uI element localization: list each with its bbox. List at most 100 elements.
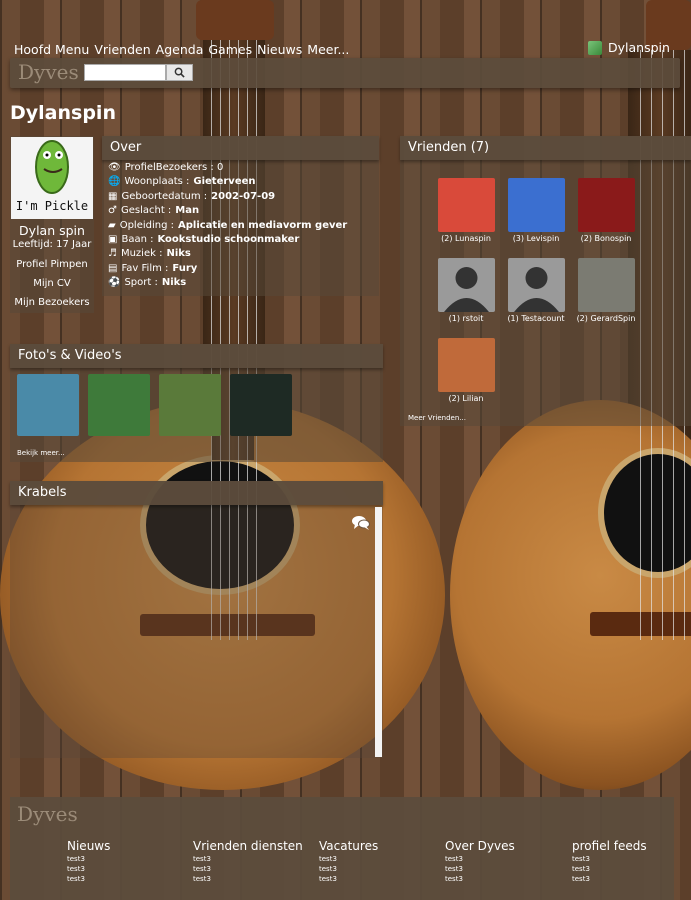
footer-column: Vrienden diensten test3 test3 test3 <box>193 839 303 883</box>
friend-name[interactable]: (1) rstoit <box>431 314 501 323</box>
friend-avatar[interactable] <box>508 258 565 312</box>
about-label: Muziek : <box>120 248 163 260</box>
friends-title: Vrienden (7) <box>400 136 691 160</box>
friend-name[interactable]: (2) Lunaspin <box>431 234 501 243</box>
footer-logo[interactable]: Dyves <box>17 802 78 826</box>
about-value: 2002-07-09 <box>211 190 276 202</box>
footer-link[interactable]: test3 <box>319 855 378 863</box>
about-row: ▰ Opleiding : Aplicatie en mediavorm geve… <box>108 220 347 231</box>
nav-item-vrienden[interactable]: Vrienden <box>94 42 150 57</box>
krabels-scrollbar[interactable] <box>375 507 382 757</box>
footer-link[interactable]: test3 <box>193 865 303 873</box>
search-input[interactable] <box>84 64 166 81</box>
footer: Dyves Nieuws test3 test3 test3 Vrienden dien… <box>10 797 674 900</box>
friend-avatar[interactable] <box>578 178 635 232</box>
top-nav: Hoofd Menu Vrienden Agenda Games Nieuws … <box>14 42 349 57</box>
friend-avatar[interactable] <box>438 178 495 232</box>
friend-name[interactable]: (2) Bonospin <box>571 234 641 243</box>
footer-link[interactable]: test3 <box>67 855 110 863</box>
footer-column: profiel feeds test3 test3 test3 <box>572 839 647 883</box>
photo-rugby[interactable] <box>159 374 221 436</box>
about-row: ♂ Geslacht : Man <box>108 205 199 216</box>
about-value: Man <box>175 205 200 217</box>
friend-avatar[interactable] <box>578 258 635 312</box>
user-menu[interactable]: Dylanspin <box>588 40 670 55</box>
footer-link[interactable]: test3 <box>445 865 515 873</box>
footer-column-title: Vacatures <box>319 839 379 853</box>
friend-name[interactable]: (1) Testacount <box>501 314 571 323</box>
friend-avatar[interactable] <box>438 258 495 312</box>
about-label: Geboortedatum : <box>121 190 208 202</box>
friend-avatar[interactable] <box>508 178 565 232</box>
profile-age: Leeftijd: 17 Jaar <box>12 239 92 250</box>
footer-link[interactable]: test3 <box>572 865 647 873</box>
about-label: Geslacht : <box>120 205 172 217</box>
male-icon: ♂ <box>108 205 117 217</box>
book-icon: ▰ <box>108 219 116 231</box>
about-label: Fav Film : <box>121 262 169 274</box>
user-name: Dylanspin <box>608 40 670 55</box>
footer-column: Vacatures test3 test3 test3 <box>319 839 378 883</box>
friend-name[interactable]: (3) Levispin <box>501 234 571 243</box>
nav-item-agenda[interactable]: Agenda <box>156 42 204 57</box>
ball-icon: ⚽ <box>108 277 121 289</box>
footer-link[interactable]: test3 <box>67 875 110 883</box>
photo-sea[interactable] <box>17 374 79 436</box>
footer-link[interactable]: test3 <box>572 855 647 863</box>
link-mijn-cv[interactable]: Mijn CV <box>10 278 94 289</box>
about-title: Over <box>102 136 379 160</box>
comments-icon[interactable] <box>352 515 370 530</box>
about-value: Niks <box>161 277 187 289</box>
search-button[interactable] <box>166 64 193 81</box>
about-value: Gieterveen <box>193 176 256 188</box>
footer-link[interactable]: test3 <box>193 855 303 863</box>
footer-link[interactable]: test3 <box>67 865 110 873</box>
link-profiel-pimpen[interactable]: Profiel Pimpen <box>10 259 94 270</box>
footer-link[interactable]: test3 <box>319 875 378 883</box>
about-label: Opleiding : <box>119 219 174 231</box>
about-row: 🌐 Woonplaats : Gieterveen <box>108 176 256 187</box>
about-row: ▦ Geboortedatum : 2002-07-09 <box>108 191 275 202</box>
search-icon <box>174 67 185 78</box>
about-row: 👁 ProfielBezoekers : 0 <box>108 162 227 173</box>
footer-link[interactable]: test3 <box>445 875 515 883</box>
nav-item-meer[interactable]: Meer... <box>307 42 349 57</box>
link-mijn-bezoekers[interactable]: Mijn Bezoekers <box>10 297 94 308</box>
footer-link[interactable]: test3 <box>445 855 515 863</box>
globe-icon: 🌐 <box>108 176 121 188</box>
avatar[interactable]: I'm Pickle <box>11 137 93 219</box>
logo[interactable]: Dyves <box>18 60 79 84</box>
page-title: Dylanspin <box>10 102 116 124</box>
nav-item-games[interactable]: Games <box>208 42 252 57</box>
film-icon: ▤ <box>108 262 118 274</box>
view-more-photos-link[interactable]: Bekijk meer... <box>17 449 65 457</box>
about-label: Woonplaats : <box>124 176 190 188</box>
krabels-panel <box>10 481 383 758</box>
about-value: Niks <box>166 248 191 260</box>
footer-column-title: Nieuws <box>67 839 111 853</box>
nav-item-nieuws[interactable]: Nieuws <box>257 42 302 57</box>
about-row: ♬ Muziek : Niks <box>108 248 191 259</box>
footer-column-title: Over Dyves <box>445 839 515 853</box>
footer-link[interactable]: test3 <box>572 875 647 883</box>
calendar-icon: ▦ <box>108 190 118 202</box>
friend-name[interactable]: (2) Lilian <box>431 394 501 403</box>
photo-minecraft[interactable] <box>88 374 150 436</box>
photo-code[interactable] <box>230 374 292 436</box>
more-friends-link[interactable]: Meer Vrienden... <box>408 414 466 422</box>
friend-name[interactable]: (2) GerardSpin <box>571 314 641 323</box>
about-row: ▤ Fav Film : Fury <box>108 263 197 274</box>
footer-column-title: Vrienden diensten <box>193 839 303 853</box>
photos-title: Foto's & Video's <box>10 344 383 368</box>
nav-item-hoofd-menu[interactable]: Hoofd Menu <box>14 42 89 57</box>
user-avatar-icon <box>588 40 602 55</box>
brand-bar: Dyves <box>10 58 680 88</box>
footer-column-title: profiel feeds <box>572 839 647 853</box>
about-value: Kookstudio schoonmaker <box>157 234 300 245</box>
money-icon: ▣ <box>108 234 118 245</box>
friend-avatar[interactable] <box>438 338 495 392</box>
footer-link[interactable]: test3 <box>319 865 378 873</box>
footer-column: Nieuws test3 test3 test3 <box>67 839 110 883</box>
about-value: Fury <box>172 262 198 274</box>
footer-link[interactable]: test3 <box>193 875 303 883</box>
